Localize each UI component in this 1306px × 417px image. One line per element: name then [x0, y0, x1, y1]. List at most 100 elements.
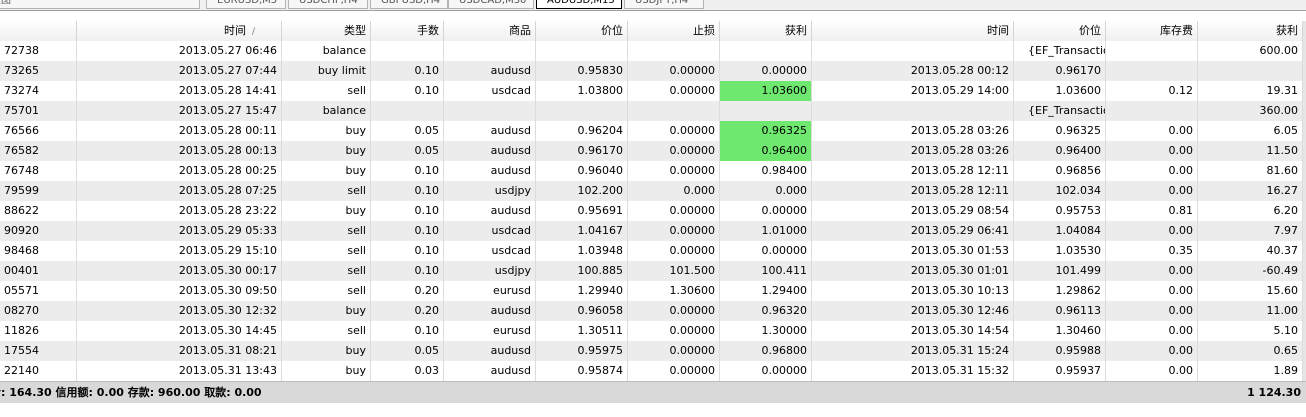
cell-close-price: {EF_TransactionID : "PosReqID_9	[1014, 101, 1106, 121]
header-label: 手数	[417, 24, 439, 37]
chart-tab-0[interactable]: 聊天图	[0, 0, 200, 9]
header-type[interactable]: 类型	[282, 21, 371, 41]
table-row[interactable]: 76582 2013.05.28 00:13 buy 0.05 audusd 0.9617…	[0, 141, 1306, 161]
cell-take-profit: 0.000	[720, 181, 812, 201]
cell-open-price	[536, 101, 628, 121]
cell-ticket: 17554	[0, 341, 77, 361]
cell-symbol: audusd	[444, 161, 536, 181]
account-summary-text: 亏: 164.30 信用额: 0.00 存款: 960.00 取款: 0.00	[0, 386, 262, 399]
cell-take-profit	[720, 41, 812, 61]
cell-take-profit: 1.30000	[720, 321, 812, 341]
cell-type: sell	[282, 221, 371, 241]
table-row[interactable]: 90920 2013.05.29 05:33 sell 0.10 usdcad 1.041…	[0, 221, 1306, 241]
cell-stop-loss: 0.00000	[628, 121, 720, 141]
cell-open-price: 100.885	[536, 261, 628, 281]
cell-stop-loss: 0.00000	[628, 301, 720, 321]
header-take-profit[interactable]: 获利	[720, 21, 812, 41]
cell-take-profit: 0.96800	[720, 341, 812, 361]
cell-close-price: 0.95937	[1014, 361, 1106, 381]
cell-open-price: 0.95874	[536, 361, 628, 381]
table-row[interactable]: 79599 2013.05.28 07:25 sell 0.10 usdjpy 102.2…	[0, 181, 1306, 201]
cell-profit: 16.27	[1198, 181, 1303, 201]
header-symbol[interactable]: 商品	[444, 21, 536, 41]
cell-swap: 0.00	[1106, 301, 1198, 321]
chart-tab-1[interactable]: EURUSD,M5	[206, 0, 286, 9]
header-label: 价位	[1079, 24, 1101, 37]
header-profit[interactable]: 获利	[1198, 21, 1303, 41]
header-ticket[interactable]	[0, 21, 77, 41]
header-open-time[interactable]: 时间 /	[77, 21, 282, 41]
header-swap[interactable]: 库存费	[1106, 21, 1198, 41]
cell-take-profit: 0.00000	[720, 201, 812, 221]
cell-symbol: usdjpy	[444, 181, 536, 201]
cell-lots: 0.05	[371, 341, 444, 361]
cell-type: buy	[282, 361, 371, 381]
cell-type: sell	[282, 281, 371, 301]
cell-open-price: 0.95830	[536, 61, 628, 81]
cell-open-time: 2013.05.29 05:33	[77, 221, 282, 241]
cell-close-time	[812, 41, 1014, 61]
cell-close-time: 2013.05.31 15:32	[812, 361, 1014, 381]
header-lots[interactable]: 手数	[371, 21, 444, 41]
table-row[interactable]: 88622 2013.05.28 23:22 buy 0.10 audusd 0.9569…	[0, 201, 1306, 221]
header-stop-loss[interactable]: 止损	[628, 21, 720, 41]
table-row[interactable]: 98468 2013.05.29 15:10 sell 0.10 usdcad 1.039…	[0, 241, 1306, 261]
cell-open-time: 2013.05.28 23:22	[77, 201, 282, 221]
table-row[interactable]: 05571 2013.05.30 09:50 sell 0.20 eurusd 1.299…	[0, 281, 1306, 301]
cell-open-price: 1.30511	[536, 321, 628, 341]
cell-close-time: 2013.05.28 03:26	[812, 141, 1014, 161]
cell-symbol: audusd	[444, 361, 536, 381]
cell-type: sell	[282, 181, 371, 201]
table-row[interactable]: 08270 2013.05.30 12:32 buy 0.20 audusd 0.9605…	[0, 301, 1306, 321]
total-profit: 1 124.30	[1247, 386, 1301, 399]
cell-ticket: 00401	[0, 261, 77, 281]
table-row[interactable]: 72738 2013.05.27 06:46 balance {EF_Transact…	[0, 41, 1306, 61]
cell-ticket: 88622	[0, 201, 77, 221]
table-row[interactable]: 76566 2013.05.28 00:11 buy 0.05 audusd 0.9620…	[0, 121, 1306, 141]
header-close-price[interactable]: 价位	[1014, 21, 1106, 41]
cell-close-price: 0.96170	[1014, 61, 1106, 81]
cell-swap: 0.00	[1106, 361, 1198, 381]
cell-type: balance	[282, 41, 371, 61]
table-row[interactable]: 22140 2013.05.31 13:43 buy 0.03 audusd 0.9587…	[0, 361, 1306, 381]
chart-tab-2[interactable]: USDCHF,H4	[288, 0, 368, 9]
chart-tab-6[interactable]: USDJPY,H4	[624, 0, 704, 9]
cell-take-profit	[720, 101, 812, 121]
cell-stop-loss: 0.000	[628, 181, 720, 201]
header-close-time[interactable]: 时间	[812, 21, 1014, 41]
table-row[interactable]: 75701 2013.05.27 15:47 balance {EF_Transact…	[0, 101, 1306, 121]
cell-stop-loss: 0.00000	[628, 321, 720, 341]
cell-close-time: 2013.05.29 06:41	[812, 221, 1014, 241]
header-open-price[interactable]: 价位	[536, 21, 628, 41]
cell-profit: -60.49	[1198, 261, 1303, 281]
chart-tab-5[interactable]: AUDUSD,M15	[536, 0, 622, 9]
table-row[interactable]: 17554 2013.05.31 08:21 buy 0.05 audusd 0.9597…	[0, 341, 1306, 361]
cell-profit: 600.00	[1198, 41, 1303, 61]
cell-type: balance	[282, 101, 371, 121]
table-row[interactable]: 73265 2013.05.27 07:44 buy limit 0.10 audusd…	[0, 61, 1306, 81]
cell-close-time: 2013.05.28 03:26	[812, 121, 1014, 141]
cell-ticket: 79599	[0, 181, 77, 201]
cell-take-profit: 1.29400	[720, 281, 812, 301]
cell-lots: 0.10	[371, 261, 444, 281]
cell-type: sell	[282, 241, 371, 261]
chart-tab-4[interactable]: USDCAD,M30	[448, 0, 534, 9]
cell-swap: 0.00	[1106, 281, 1198, 301]
table-row[interactable]: 73274 2013.05.28 14:41 sell 0.10 usdcad 1.038…	[0, 81, 1306, 101]
table-row[interactable]: 76748 2013.05.28 00:25 buy 0.10 audusd 0.9604…	[0, 161, 1306, 181]
header-label: 类型	[344, 24, 366, 37]
cell-stop-loss: 0.00000	[628, 81, 720, 101]
bottom-strip	[0, 403, 1306, 417]
table-row[interactable]: 00401 2013.05.30 00:17 sell 0.10 usdjpy 100.8…	[0, 261, 1306, 281]
cell-ticket: 73274	[0, 81, 77, 101]
table-row[interactable]: 11826 2013.05.30 14:45 sell 0.10 eurusd 1.305…	[0, 321, 1306, 341]
header-label: 库存费	[1160, 24, 1193, 37]
cell-close-price: 0.95753	[1014, 201, 1106, 221]
cell-take-profit: 1.01000	[720, 221, 812, 241]
cell-lots: 0.20	[371, 301, 444, 321]
chart-tab-3[interactable]: GBPUSD,H4	[370, 0, 448, 9]
cell-open-time: 2013.05.30 09:50	[77, 281, 282, 301]
cell-profit: 19.31	[1198, 81, 1303, 101]
cell-open-price: 0.96204	[536, 121, 628, 141]
cell-swap: 0.00	[1106, 221, 1198, 241]
